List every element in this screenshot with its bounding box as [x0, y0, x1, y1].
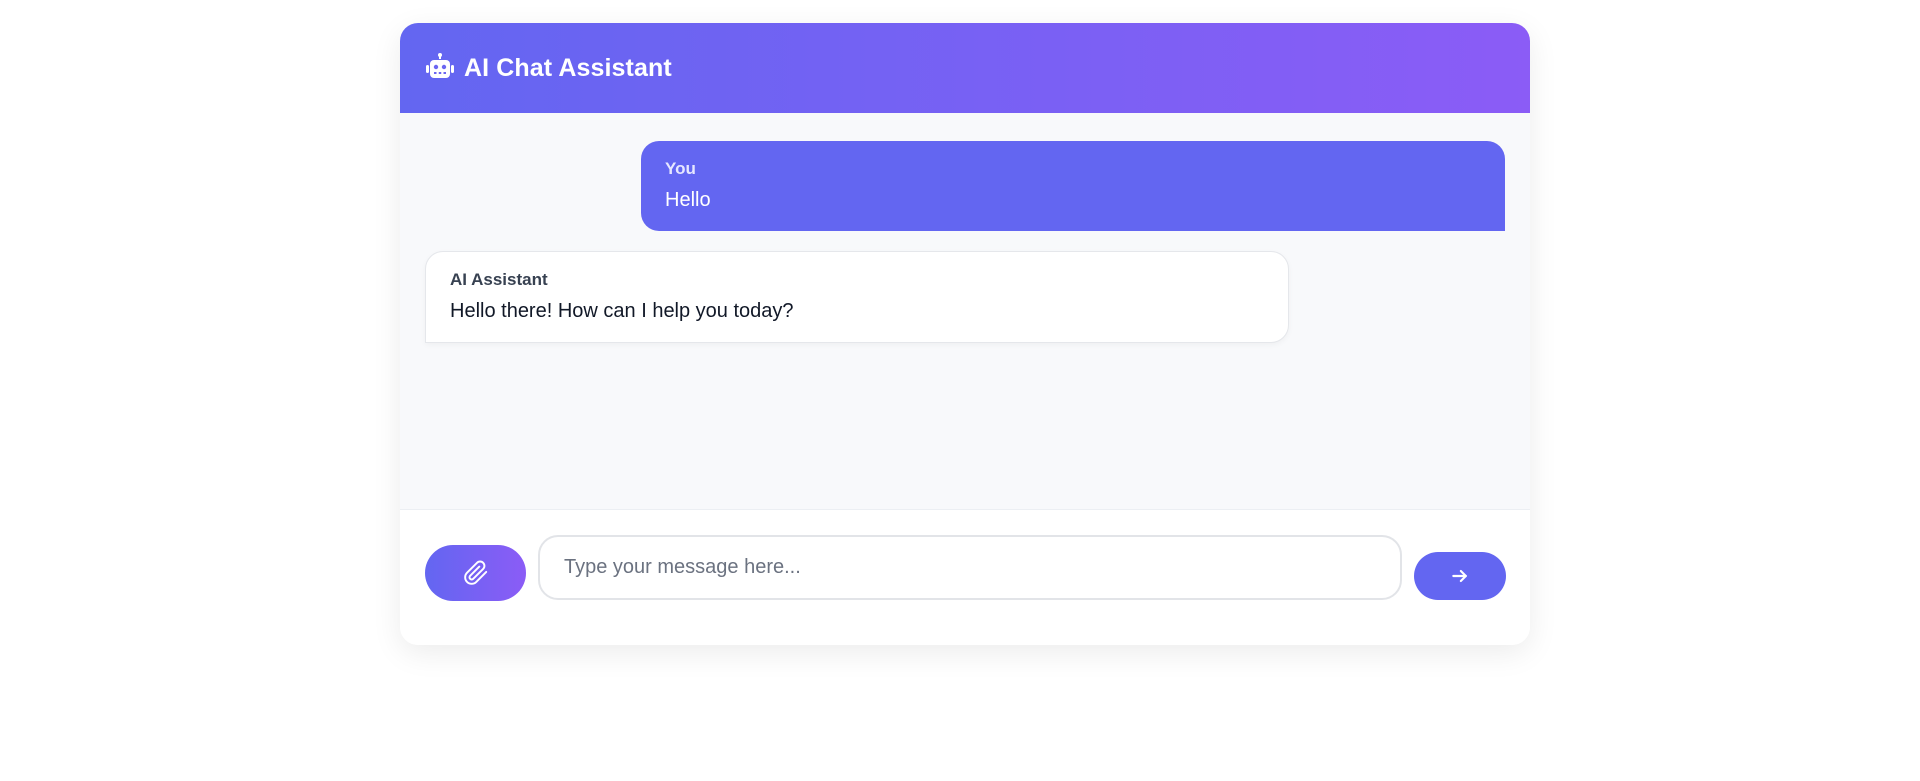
chat-title: AI Chat Assistant — [464, 53, 672, 82]
message-text: Hello there! How can I help you today? — [450, 300, 794, 322]
arrow-right-icon — [1450, 566, 1470, 586]
user-message: You Hello — [641, 141, 1505, 231]
message-input[interactable] — [538, 535, 1402, 600]
send-button[interactable] — [1414, 552, 1506, 600]
message-text: Hello — [665, 189, 711, 211]
robot-icon — [424, 52, 456, 84]
paperclip-icon — [463, 560, 489, 586]
chat-header: AI Chat Assistant — [400, 23, 1530, 113]
message-sender: You — [665, 159, 696, 178]
message-sender: AI Assistant — [450, 270, 548, 289]
chat-window: AI Chat Assistant You Hello AI Assistant… — [400, 23, 1530, 645]
attach-button[interactable] — [425, 545, 526, 601]
message-list: You Hello AI Assistant Hello there! How … — [400, 113, 1530, 510]
assistant-message: AI Assistant Hello there! How can I help… — [425, 251, 1289, 343]
message-composer — [400, 510, 1530, 645]
